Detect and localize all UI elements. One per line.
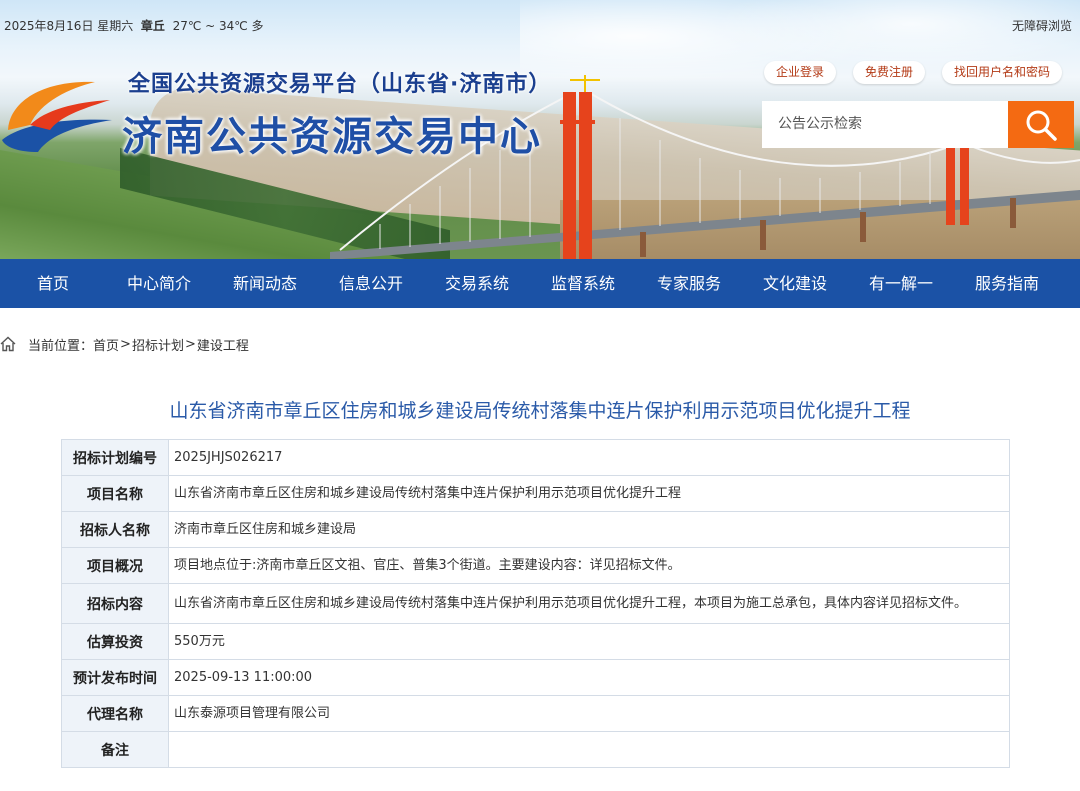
breadcrumb-bidding-plan[interactable]: 招标计划 — [132, 335, 184, 354]
breadcrumb-home[interactable]: 首页 — [93, 335, 119, 354]
table-row: 备注 — [61, 731, 1010, 768]
nav-item-disclosure[interactable]: 信息公开 — [318, 259, 424, 308]
table-row: 估算投资 550万元 — [61, 623, 1010, 660]
breadcrumb-separator: > — [184, 336, 196, 352]
breadcrumb-prefix: 当前位置： — [28, 338, 94, 354]
table-row: 招标计划编号 2025JHJS026217 — [61, 439, 1010, 476]
current-date: 2025年8月16日 星期六 — [4, 19, 134, 33]
nav-item-experts[interactable]: 专家服务 — [636, 259, 742, 308]
row-value: 2025JHJS026217 — [168, 439, 1010, 476]
breadcrumb-separator: > — [120, 336, 131, 352]
announcement-search-input[interactable]: 公告公示检索 — [762, 101, 1008, 148]
nav-item-about[interactable]: 中心简介 — [106, 259, 212, 308]
company-login-button[interactable]: 企业登录 — [764, 61, 837, 84]
nav-item-home[interactable]: 首页 — [0, 259, 106, 308]
nav-item-service-guide[interactable]: 服务指南 — [954, 259, 1060, 308]
row-label: 招标计划编号 — [61, 439, 169, 476]
table-row: 招标人名称 济南市章丘区住房和城乡建设局 — [61, 511, 1010, 548]
breadcrumb-construction[interactable]: 建设工程 — [197, 335, 249, 354]
row-label: 项目名称 — [61, 475, 169, 512]
weather-location: 章丘 — [140, 19, 165, 33]
recover-account-button[interactable]: 找回用户名和密码 — [942, 61, 1063, 84]
center-logo-icon — [2, 81, 112, 152]
table-row: 预计发布时间 2025-09-13 11:00:00 — [61, 659, 1010, 696]
row-value: 2025-09-13 11:00:00 — [168, 659, 1010, 696]
row-value: 山东省济南市章丘区住房和城乡建设局传统村落集中连片保护利用示范项目优化提升工程 — [168, 475, 1010, 512]
row-label: 预计发布时间 — [61, 659, 169, 696]
table-row: 招标内容 山东省济南市章丘区住房和城乡建设局传统村落集中连片保护利用示范项目优化… — [61, 583, 1010, 624]
row-label: 代理名称 — [61, 695, 169, 732]
row-value: 项目地点位于:济南市章丘区文祖、官庄、普集3个街道。主要建设内容：详见招标文件。 — [168, 547, 1010, 584]
nav-item-supervision[interactable]: 监督系统 — [530, 259, 636, 308]
row-value: 山东省济南市章丘区住房和城乡建设局传统村落集中连片保护利用示范项目优化提升工程，… — [168, 583, 1010, 624]
table-row: 项目名称 山东省济南市章丘区住房和城乡建设局传统村落集中连片保护利用示范项目优化… — [61, 475, 1010, 512]
register-button[interactable]: 免费注册 — [853, 61, 926, 84]
date-weather: 2025年8月16日 星期六 章丘 27℃ ~ 34℃ 多 — [4, 17, 264, 34]
header-banner: 2025年8月16日 星期六 章丘 27℃ ~ 34℃ 多 无障碍浏览 全国公共… — [0, 0, 1080, 259]
row-value: 550万元 — [168, 623, 1010, 660]
row-value: 山东泰源项目管理有限公司 — [168, 695, 1010, 732]
row-label: 招标人名称 — [61, 511, 169, 548]
row-label: 招标内容 — [61, 583, 169, 624]
breadcrumb: 当前位置： 首页 > 招标计划 > 建设工程 — [0, 334, 249, 354]
row-label: 项目概况 — [61, 547, 169, 584]
nav-item-culture[interactable]: 文化建设 — [742, 259, 848, 308]
main-nav: 首页 中心简介 新闻动态 信息公开 交易系统 监督系统 专家服务 文化建设 有一… — [0, 259, 1080, 308]
row-label: 备注 — [61, 731, 169, 768]
nav-item-news[interactable]: 新闻动态 — [212, 259, 318, 308]
accessibility-link[interactable]: 无障碍浏览 — [1012, 17, 1072, 34]
platform-title: 全国公共资源交易平台（山东省·济南市） — [128, 72, 552, 97]
nav-item-trading[interactable]: 交易系统 — [424, 259, 530, 308]
search-button[interactable] — [1008, 101, 1074, 148]
row-value — [168, 731, 1010, 768]
bidding-plan-table: 招标计划编号 2025JHJS026217 项目名称 山东省济南市章丘区住房和城… — [61, 439, 1010, 768]
page-title: 山东省济南市章丘区住房和城乡建设局传统村落集中连片保护利用示范项目优化提升工程 — [169, 400, 911, 422]
weather-info: 27℃ ~ 34℃ 多 — [172, 19, 264, 33]
search-icon — [1026, 110, 1057, 141]
site-title: 济南公共资源交易中心 — [122, 114, 542, 160]
table-row: 代理名称 山东泰源项目管理有限公司 — [61, 695, 1010, 732]
row-label: 估算投资 — [61, 623, 169, 660]
table-row: 项目概况 项目地点位于:济南市章丘区文祖、官庄、普集3个街道。主要建设内容：详见… — [61, 547, 1010, 584]
row-value: 济南市章丘区住房和城乡建设局 — [168, 511, 1010, 548]
nav-item-problem-solving[interactable]: 有一解一 — [848, 259, 954, 308]
home-icon — [0, 336, 16, 352]
